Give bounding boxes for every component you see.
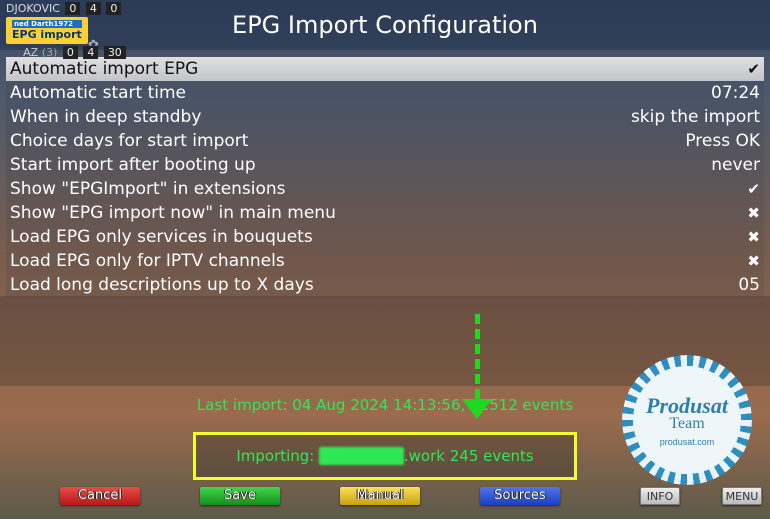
row-label: Choice days for start import: [10, 129, 248, 153]
row-label: Load long descriptions up to X days: [10, 273, 314, 297]
score: 30: [104, 46, 126, 59]
menu-button[interactable]: MENU: [722, 487, 762, 505]
config-row[interactable]: When in deep standby skip the import: [6, 105, 764, 129]
player1-name: DJOKOVIC: [6, 2, 60, 15]
config-row[interactable]: Load long descriptions up to X days 05: [6, 273, 764, 297]
config-row[interactable]: Load EPG only services in bouquets: [6, 225, 764, 249]
badge-url: produsat.com: [660, 437, 715, 447]
row-value: [747, 225, 760, 249]
score: 0: [63, 46, 78, 59]
config-row[interactable]: Load EPG only for IPTV channels: [6, 249, 764, 273]
importing-status: Importing: ███████.work 245 events: [193, 432, 576, 480]
row-label: Show "EPG import now" in main menu: [10, 201, 336, 225]
info-button[interactable]: INFO: [640, 487, 680, 505]
row-value: [747, 201, 760, 225]
config-row[interactable]: Show "EPG import now" in main menu: [6, 201, 764, 225]
row-value: Press OK: [685, 129, 760, 153]
sources-button[interactable]: Sources: [480, 487, 560, 505]
row-label: Load EPG only for IPTV channels: [10, 249, 285, 273]
badge-sub: Team: [669, 415, 704, 433]
row-value: 07:24: [711, 81, 760, 105]
save-button[interactable]: Save: [200, 487, 280, 505]
score: 0: [65, 2, 80, 15]
row-label: Automatic start time: [10, 81, 186, 105]
row-value: 05: [738, 273, 760, 297]
row-value: skip the import: [631, 105, 760, 129]
row-value: [747, 57, 760, 81]
pill-top: ned Darth1972: [12, 20, 82, 28]
seed: (3): [42, 46, 58, 59]
watermark-badge: Produsat Team produsat.com: [622, 355, 752, 485]
player2-name: AZ: [23, 46, 38, 59]
config-row[interactable]: Choice days for start import Press OK: [6, 129, 764, 153]
row-label: Automatic import EPG: [10, 57, 198, 81]
score: 4: [86, 2, 101, 15]
config-list[interactable]: Automatic import EPGAutomatic start time…: [6, 57, 764, 297]
row-value: [747, 249, 760, 273]
row-label: Start import after booting up: [10, 153, 256, 177]
config-row[interactable]: Automatic import EPG: [6, 57, 764, 81]
cancel-button[interactable]: Cancel: [60, 487, 140, 505]
row-value: never: [711, 153, 760, 177]
row-label: Load EPG only services in bouquets: [10, 225, 313, 249]
pill-label: EPG import: [12, 28, 82, 41]
redacted-host: ███████: [319, 447, 404, 465]
title-text: EPG Import Configuration: [232, 11, 538, 39]
score: 0: [106, 2, 121, 15]
config-row[interactable]: Automatic start time 07:24: [6, 81, 764, 105]
plugin-pill: ned Darth1972 EPG import: [6, 17, 88, 44]
score: 4: [83, 46, 98, 59]
button-bar: Cancel Save Manual Sources INFO MENU: [0, 487, 770, 505]
manual-button[interactable]: Manual: [340, 487, 420, 505]
config-row[interactable]: Show "EPGImport" in extensions: [6, 177, 764, 201]
config-row[interactable]: Start import after booting up never: [6, 153, 764, 177]
background-overlay: DJOKOVIC 0 4 0 ned Darth1972 EPG import …: [6, 2, 126, 59]
row-label: When in deep standby: [10, 105, 201, 129]
row-label: Show "EPGImport" in extensions: [10, 177, 286, 201]
row-value: [747, 177, 760, 201]
